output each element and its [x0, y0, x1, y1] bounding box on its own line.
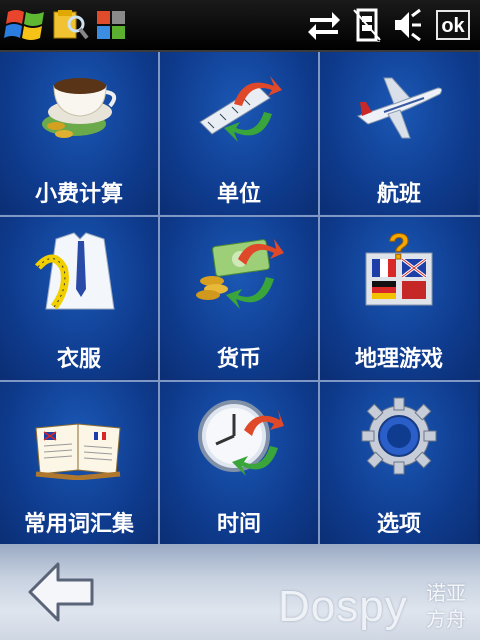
tile-label: 衣服 [56, 347, 101, 372]
tile-grid: 小费计算 单位 航班 衣服 货币 ? 地理游戏 常用词汇集 时间 选项 [0, 52, 480, 544]
explorer-search-icon[interactable] [52, 8, 90, 42]
tile-label: 货币 [216, 347, 261, 372]
tile-label: 航班 [376, 182, 421, 207]
tile-currency[interactable]: 货币 [160, 217, 318, 379]
flags-quiz-icon: ? [365, 229, 433, 306]
tile-label: 地理游戏 [354, 347, 443, 372]
tile-label: 时间 [216, 512, 261, 537]
tile-flights[interactable]: 航班 [320, 52, 478, 214]
money-convert-icon [196, 239, 284, 309]
clock-convert-icon [198, 400, 284, 476]
bottom-bar: Dospy 诺亚方舟 [0, 544, 480, 640]
tile-label: 单位 [216, 182, 261, 207]
multicolor-tiles-icon[interactable] [96, 10, 126, 40]
brand-watermark: Dospy [278, 582, 408, 631]
tile-geography-game[interactable]: ? 地理游戏 [320, 217, 478, 379]
shirt-measure-icon [35, 232, 115, 310]
tile-phrasebook[interactable]: 常用词汇集 [0, 382, 158, 544]
speaker-icon[interactable] [392, 8, 422, 42]
windows-flag-icon[interactable] [4, 6, 48, 44]
phrasebook-icon [35, 423, 121, 480]
sync-arrows-icon[interactable] [306, 8, 342, 42]
tile-options[interactable]: 选项 [320, 382, 478, 544]
tile-tip-calculator[interactable]: 小费计算 [0, 52, 158, 214]
grid-divider [158, 52, 160, 544]
tile-time[interactable]: 时间 [160, 382, 318, 544]
svg-text:?: ? [388, 229, 410, 267]
status-bar: c ok [0, 0, 480, 52]
grid-divider [0, 380, 480, 382]
airplane-icon [356, 77, 443, 139]
coffee-cup-coins-icon [42, 78, 117, 138]
gear-icon [361, 397, 437, 475]
back-arrow-icon[interactable] [26, 560, 96, 624]
ok-button[interactable]: ok [436, 10, 470, 40]
grid-divider [0, 215, 480, 217]
tile-label: 小费计算 [34, 182, 123, 207]
tile-clothing[interactable]: 衣服 [0, 217, 158, 379]
sim-battery-icon[interactable]: c [352, 8, 384, 44]
tile-units[interactable]: 单位 [160, 52, 318, 214]
grid-divider [318, 52, 320, 544]
ruler-convert-icon [199, 76, 282, 142]
brand-watermark-cn: 诺亚方舟 [426, 581, 466, 631]
svg-text:c: c [376, 35, 380, 44]
tile-label: 选项 [376, 512, 421, 537]
tile-label: 常用词汇集 [23, 512, 134, 537]
